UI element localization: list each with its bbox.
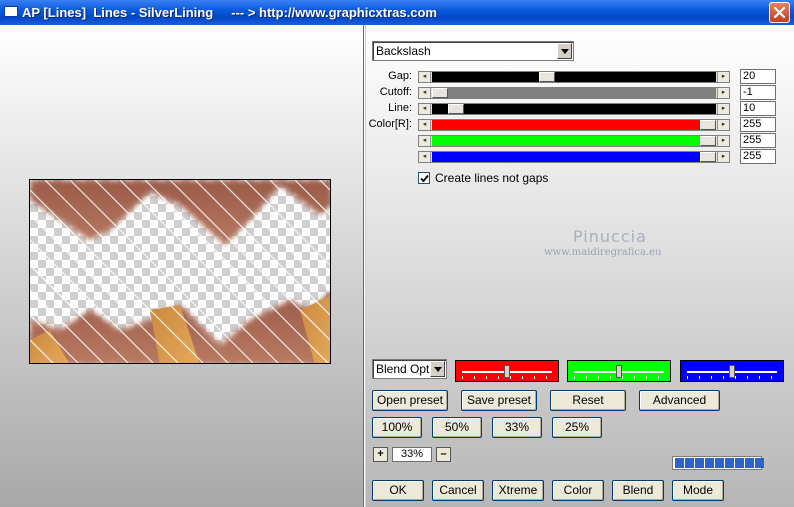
- slider-thumb[interactable]: [432, 88, 448, 98]
- create-lines-checkbox[interactable]: [418, 172, 430, 184]
- zoom-33-button[interactable]: 33%: [492, 417, 542, 438]
- zoom-value: 33%: [392, 447, 432, 462]
- zoom-50-button[interactable]: 50%: [432, 417, 482, 438]
- arrow-left-icon[interactable]: ◂: [419, 88, 431, 98]
- progress-bar: [672, 456, 764, 470]
- preview-pane: [0, 25, 363, 507]
- color-channel-slider[interactable]: [680, 360, 784, 382]
- close-button[interactable]: [769, 2, 790, 23]
- slider-thumb[interactable]: [700, 152, 716, 162]
- arrow-left-icon[interactable]: ◂: [419, 104, 431, 114]
- slider-label: Color[R]:: [368, 118, 412, 130]
- slider-value-field[interactable]: 255: [740, 133, 776, 148]
- slider-thumb[interactable]: [448, 104, 464, 114]
- slider-value-field[interactable]: 255: [740, 117, 776, 132]
- slider-rows: Gap: ◂ ▸ 20 Cutoff: ◂ ▸ -1 Line: ◂ ▸ 10 Color[R]: ◂ ▸ 2…: [366, 25, 794, 185]
- zoom-25-button[interactable]: 25%: [552, 417, 602, 438]
- blend-button[interactable]: Blend: [612, 480, 664, 501]
- arrow-right-icon[interactable]: ▸: [717, 152, 729, 162]
- color-slider-thumb[interactable]: [616, 365, 622, 378]
- progress-segment: [715, 458, 724, 468]
- color-slider-thumb[interactable]: [729, 365, 735, 378]
- progress-segment: [675, 458, 684, 468]
- arrow-right-icon[interactable]: ▸: [717, 88, 729, 98]
- progress-segment: [755, 458, 764, 468]
- progress-segment: [705, 458, 714, 468]
- slider-label: Cutoff:: [379, 86, 412, 98]
- watermark-url: www.maidiregrafica.eu: [544, 247, 662, 258]
- advanced-button[interactable]: Advanced: [639, 390, 720, 411]
- slider-track[interactable]: [432, 152, 716, 162]
- color-button[interactable]: Color: [552, 480, 604, 501]
- color-channel-slider[interactable]: [455, 360, 559, 382]
- arrow-left-icon[interactable]: ◂: [419, 152, 431, 162]
- zoom-out-button[interactable]: –: [436, 447, 451, 462]
- arrow-left-icon[interactable]: ◂: [419, 136, 431, 146]
- xtreme-button[interactable]: Xtreme: [492, 480, 544, 501]
- zoom-100-button[interactable]: 100%: [372, 417, 422, 438]
- chevron-down-icon[interactable]: [430, 361, 445, 377]
- progress-segment: [735, 458, 744, 468]
- watermark-name: Pinuccia: [573, 227, 647, 246]
- slider-value-field[interactable]: 255: [740, 149, 776, 164]
- cancel-button[interactable]: Cancel: [432, 480, 484, 501]
- arrow-right-icon[interactable]: ▸: [717, 136, 729, 146]
- progress-segment: [725, 458, 734, 468]
- arrow-left-icon[interactable]: ◂: [419, 72, 431, 82]
- slider[interactable]: ◂ ▸: [418, 151, 730, 163]
- slider-value-field[interactable]: 20: [740, 69, 776, 84]
- slider-value-field[interactable]: -1: [740, 85, 776, 100]
- save-preset-button[interactable]: Save preset: [461, 390, 537, 411]
- slider-thumb[interactable]: [700, 136, 716, 146]
- arrow-left-icon[interactable]: ◂: [419, 120, 431, 130]
- slider-label: Line:: [388, 102, 412, 114]
- ok-button[interactable]: OK: [372, 480, 424, 501]
- slider-thumb[interactable]: [539, 72, 555, 82]
- slider-track[interactable]: [432, 120, 716, 130]
- preview-image[interactable]: [29, 179, 331, 364]
- slider-track[interactable]: [432, 104, 716, 114]
- slider[interactable]: ◂ ▸: [418, 103, 730, 115]
- blend-select-value: Blend Optio: [376, 362, 434, 376]
- slider-value-field[interactable]: 10: [740, 101, 776, 116]
- slider[interactable]: ◂ ▸: [418, 87, 730, 99]
- slider-track[interactable]: [432, 88, 716, 98]
- slider-label: Gap:: [388, 70, 412, 82]
- create-lines-label: Create lines not gaps: [435, 171, 549, 185]
- progress-segment: [695, 458, 704, 468]
- slider-track[interactable]: [432, 136, 716, 146]
- mode-button[interactable]: Mode: [672, 480, 724, 501]
- checkmark-icon: [420, 174, 429, 183]
- arrow-right-icon[interactable]: ▸: [717, 120, 729, 130]
- slider[interactable]: ◂ ▸: [418, 135, 730, 147]
- slider-thumb[interactable]: [700, 120, 716, 130]
- controls-pane: Backslash Gap: ◂ ▸ 20 Cutoff: ◂ ▸ -1 Line: ◂ ▸ 10 Co…: [366, 25, 794, 507]
- close-icon: [773, 6, 786, 19]
- arrow-right-icon[interactable]: ▸: [717, 104, 729, 114]
- reset-button[interactable]: Reset: [550, 390, 626, 411]
- slider-track[interactable]: [432, 72, 716, 82]
- slider[interactable]: ◂ ▸: [418, 71, 730, 83]
- color-slider-thumb[interactable]: [504, 365, 510, 378]
- progress-segment: [745, 458, 754, 468]
- slider[interactable]: ◂ ▸: [418, 119, 730, 131]
- color-channel-slider[interactable]: [567, 360, 671, 382]
- app-icon: [4, 6, 18, 17]
- progress-segment: [685, 458, 694, 468]
- open-preset-button[interactable]: Open preset: [372, 390, 448, 411]
- blend-options-select[interactable]: Blend Optio: [372, 359, 447, 379]
- zoom-in-button[interactable]: +: [373, 447, 388, 462]
- arrow-right-icon[interactable]: ▸: [717, 72, 729, 82]
- title-bar: AP [Lines] Lines - SilverLining --- > ht…: [0, 0, 794, 25]
- window-title: AP [Lines] Lines - SilverLining --- > ht…: [22, 5, 437, 20]
- pane-divider: [363, 25, 365, 507]
